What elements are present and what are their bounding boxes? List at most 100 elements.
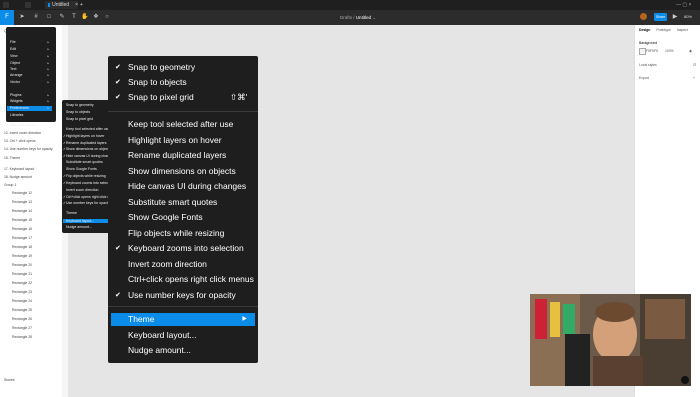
preferences-item[interactable]: Snap to pixel grid	[66, 117, 93, 121]
preferences-item-label: Show dimensions on objects	[66, 147, 111, 151]
layer-item[interactable]: Rectangle 14	[12, 209, 32, 213]
main-menu-item[interactable]: Text ▸	[10, 67, 52, 72]
share-button[interactable]: Share	[654, 13, 667, 21]
layer-item[interactable]: Rectangle 28	[12, 335, 32, 339]
preferences-item[interactable]: Snap to objects	[66, 110, 90, 114]
zoom-level[interactable]: 80%	[684, 14, 692, 19]
layer-item[interactable]: Rectangle 20	[12, 263, 32, 267]
frame-tool-icon[interactable]: #	[32, 13, 40, 21]
preferences-item[interactable]: ✓ Highlight layers on hover	[63, 134, 105, 138]
tab-design[interactable]: Design	[639, 28, 650, 32]
panel-tabs: Design Prototype Inspect	[639, 28, 688, 32]
main-menu: File ▸ Edit ▸ View ▸ Object ▸ Text ▸ Arrange ▸ Vecto…	[6, 27, 56, 127]
layer-item[interactable]: Rectangle 12	[12, 191, 32, 195]
layer-item[interactable]: Rectangle 17	[12, 236, 32, 240]
file-tab[interactable]: Untitled ×	[45, 1, 78, 9]
chevron-right-icon: ▶	[242, 316, 247, 322]
checkmark-icon: ✔	[115, 79, 121, 86]
main-menu-item[interactable]: Object ▸	[10, 61, 52, 66]
preferences-item[interactable]: ✓ Rename duplicated layers	[63, 141, 106, 145]
close-icon[interactable]: ×	[75, 2, 78, 8]
layer-item[interactable]: Rectangle 26	[12, 317, 32, 321]
layer-item[interactable]: Rectangle 24	[12, 299, 32, 303]
hand-tool-icon[interactable]: ✋	[81, 13, 89, 21]
preferences-item[interactable]: ✓ Keyboard zooms into selection	[63, 181, 114, 185]
theme-menu-item[interactable]: Theme ▶	[111, 313, 255, 326]
chevron-down-icon[interactable]: ⌄	[372, 15, 376, 20]
layer-item[interactable]: Rectangle 15	[12, 218, 32, 222]
figma-menu-icon[interactable]: F	[0, 10, 14, 25]
layer-item[interactable]: Rectangle 27	[12, 326, 32, 330]
chevron-right-icon: ▸	[47, 99, 49, 103]
zoom-option-item-label: Flip objects while resizing	[128, 227, 225, 238]
layer-item[interactable]: Rectangle 13	[12, 200, 32, 204]
preferences-item[interactable]: Invert zoom direction	[66, 188, 99, 192]
rectangle-tool-icon[interactable]: □	[45, 13, 53, 21]
main-menu-item[interactable]: View ▸	[10, 54, 52, 59]
pen-tool-icon[interactable]: ✎	[58, 13, 66, 21]
window-controls[interactable]: — ▢ ×	[676, 1, 691, 9]
main-menu-item[interactable]: Arrange ▸	[10, 73, 52, 78]
layer-item[interactable]: Group 1	[4, 183, 16, 187]
main-menu-item[interactable]: Preferences ▸	[7, 106, 52, 111]
eye-icon[interactable]: ◉	[689, 49, 692, 53]
files-icon[interactable]	[25, 2, 31, 8]
layer-item[interactable]: 18. Nudge amount	[4, 175, 32, 179]
main-menu-item-label: Libraries	[10, 113, 24, 117]
preferences-item[interactable]: Theme	[66, 211, 77, 215]
layer-item[interactable]: Rectangle 25	[12, 308, 32, 312]
color-swatch[interactable]	[639, 48, 646, 55]
main-menu-item[interactable]: File ▸	[10, 40, 52, 45]
add-export-icon[interactable]: +	[693, 76, 695, 80]
avatar[interactable]	[640, 13, 647, 20]
layer-item[interactable]: Rectangle 22	[12, 281, 32, 285]
preferences-item[interactable]: Show Google Fonts	[66, 167, 97, 171]
preferences-item-label: Substitute smart quotes	[66, 160, 103, 164]
preferences-item[interactable]: Keep tool selected after use	[66, 127, 109, 131]
layer-item[interactable]: Rectangle 23	[12, 290, 32, 294]
tab-prototype[interactable]: Prototype	[656, 28, 671, 32]
comment-tool-icon[interactable]: ○	[103, 13, 111, 21]
bg-hex-input[interactable]: F5F5F5	[646, 49, 658, 53]
bg-opacity-input[interactable]: 100%	[665, 49, 674, 53]
preferences-item[interactable]: Substitute smart quotes	[66, 160, 103, 164]
preferences-item[interactable]: ✓ Flip objects while resizing	[63, 174, 106, 178]
preferences-item[interactable]: Snap to geometry	[66, 103, 94, 107]
footer-label[interactable]: Stories	[4, 378, 15, 382]
checkmark-icon: ✓	[63, 201, 66, 205]
menu-divider	[108, 111, 258, 112]
main-menu-item-label: Edit	[10, 47, 17, 51]
preferences-item[interactable]: Nudge amount...	[66, 225, 92, 229]
layer-item[interactable]: 13. Ctrl + click opens	[4, 139, 36, 143]
tab-inspect[interactable]: Inspect	[677, 28, 688, 32]
main-menu-item[interactable]: Widgets ▸	[10, 99, 52, 104]
main-menu-item[interactable]: Vector ▸	[10, 80, 52, 85]
layer-item[interactable]: 12. Invert zoom direction	[4, 131, 41, 135]
menu-divider	[108, 306, 258, 307]
main-menu-item[interactable]: Plugins ▸	[10, 93, 52, 98]
home-icon[interactable]	[3, 2, 9, 8]
move-tool-icon[interactable]: ➤	[18, 13, 26, 21]
new-tab-button[interactable]: +	[80, 1, 83, 9]
layer-item[interactable]: 17. Keyboard layout	[4, 167, 34, 171]
nudge-amount-item[interactable]: Nudge amount...	[128, 345, 191, 355]
breadcrumb-file[interactable]: Untitled	[356, 15, 371, 20]
main-menu-item[interactable]: Libraries	[10, 113, 52, 118]
keyboard-layout-item[interactable]: Keyboard layout...	[128, 330, 197, 340]
play-icon[interactable]: ▶	[671, 13, 679, 21]
layer-item[interactable]: 14. Use number keys for opacity	[4, 147, 53, 151]
text-tool-icon[interactable]: T	[70, 13, 78, 21]
component-tool-icon[interactable]: ❖	[92, 13, 100, 21]
layer-item[interactable]: Rectangle 18	[12, 245, 32, 249]
layer-item[interactable]: Rectangle 21	[12, 272, 32, 276]
main-menu-item[interactable]: Help and account	[10, 123, 52, 128]
preferences-item[interactable]: ✓ Use number keys for opacity	[63, 201, 110, 205]
layer-item[interactable]: 15. Theme	[4, 156, 20, 160]
breadcrumb-team[interactable]: Drafts	[340, 15, 352, 20]
layer-item[interactable]: Rectangle 19	[12, 254, 32, 258]
layer-item[interactable]: Rectangle 16	[12, 227, 32, 231]
styles-icon[interactable]: ☷	[693, 63, 696, 67]
chevron-right-icon: ▸	[47, 61, 49, 65]
main-menu-item[interactable]: Edit ▸	[10, 47, 52, 52]
preferences-item[interactable]: ✓ Show dimensions on objects	[63, 147, 111, 151]
